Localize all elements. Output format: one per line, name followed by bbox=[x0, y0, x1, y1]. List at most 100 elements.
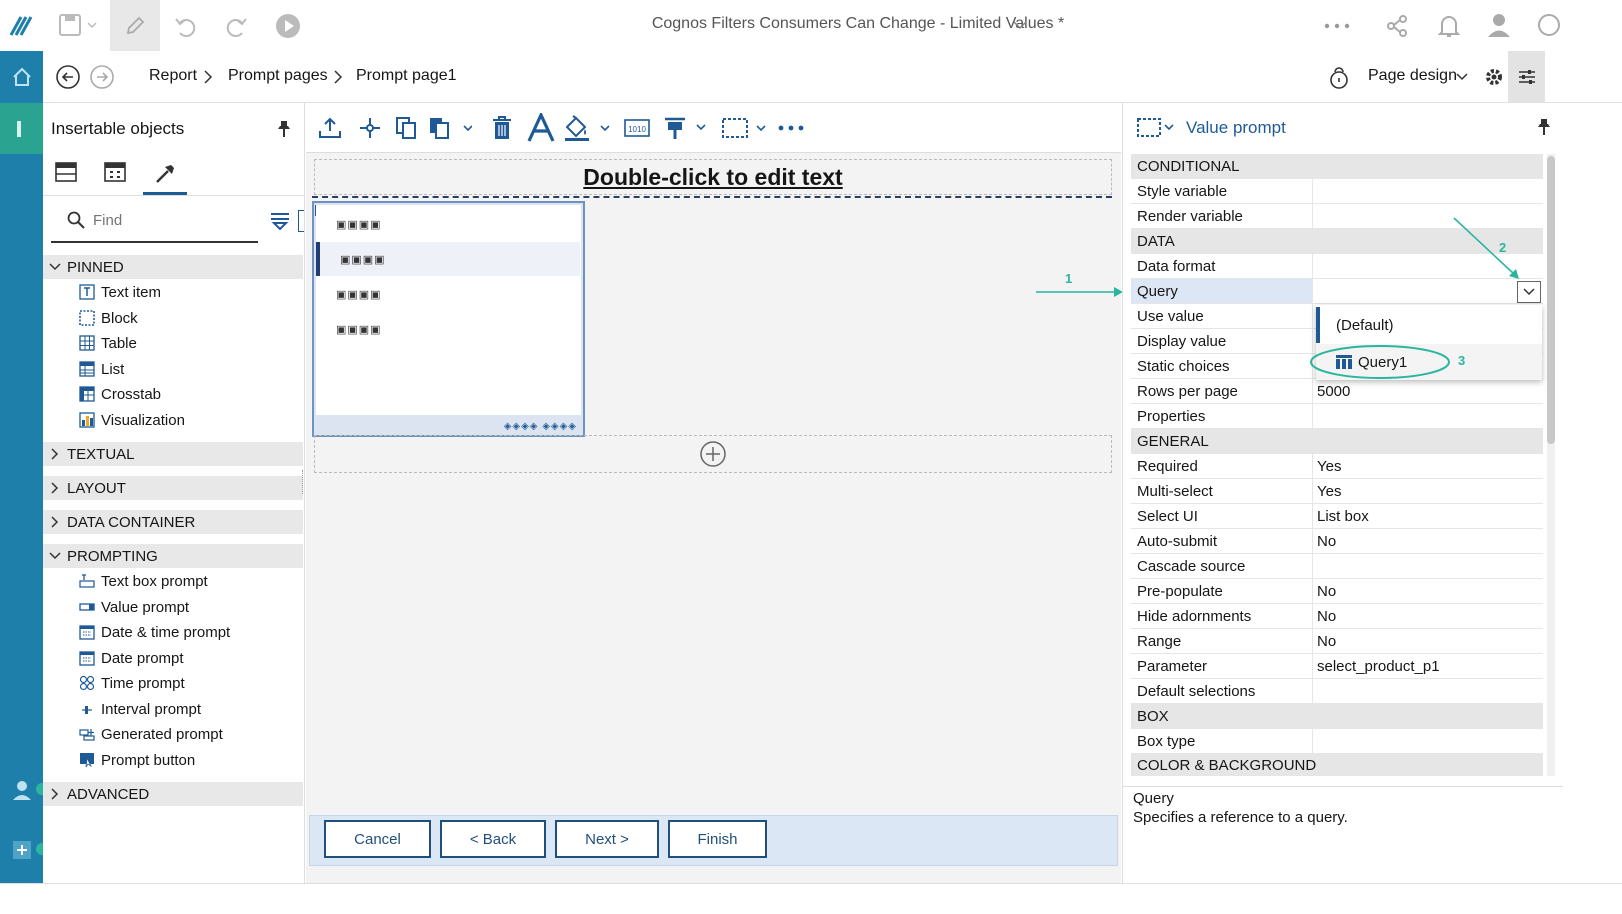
next-button[interactable]: Next > bbox=[555, 820, 659, 858]
select-ancestor-button[interactable] bbox=[1135, 116, 1175, 140]
back-button[interactable]: < Back bbox=[440, 820, 546, 858]
tools-tab[interactable] bbox=[143, 155, 187, 195]
prop-group-conditional[interactable]: CONDITIONAL bbox=[1131, 154, 1543, 179]
prop-pre-populate[interactable]: Pre-populate No bbox=[1131, 579, 1543, 604]
list-item[interactable]: ▣▣▣▣ bbox=[316, 242, 580, 276]
lock-button[interactable] bbox=[1327, 64, 1351, 90]
copy-button[interactable] bbox=[392, 113, 420, 143]
item-generated-prompt[interactable]: Generated prompt bbox=[79, 722, 223, 746]
help-button[interactable] bbox=[1533, 10, 1565, 40]
breadcrumb-prompt-page1[interactable]: Prompt page1 bbox=[356, 67, 457, 85]
border-button[interactable] bbox=[720, 113, 768, 143]
query-dropdown-button[interactable] bbox=[1517, 281, 1541, 303]
settings-button[interactable] bbox=[1481, 64, 1507, 90]
list-item[interactable]: ▣▣▣▣ bbox=[316, 312, 580, 346]
search-input[interactable] bbox=[93, 209, 253, 231]
item-interval-prompt[interactable]: Interval prompt bbox=[79, 697, 201, 721]
group-layout[interactable]: LAYOUT bbox=[43, 476, 303, 500]
delete-button[interactable] bbox=[488, 113, 516, 143]
run-button[interactable] bbox=[273, 12, 303, 40]
notifications-button[interactable] bbox=[1433, 12, 1465, 40]
item-value-prompt[interactable]: Value prompt bbox=[79, 595, 189, 619]
prop-multi-select[interactable]: Multi-select Yes bbox=[1131, 479, 1543, 504]
group-prompting[interactable]: PROMPTING bbox=[43, 544, 303, 568]
search-field[interactable] bbox=[51, 201, 258, 243]
properties-scrollbar[interactable] bbox=[1547, 154, 1555, 776]
back-nav-button[interactable] bbox=[55, 64, 81, 90]
breadcrumb-prompt-pages[interactable]: Prompt pages bbox=[228, 67, 328, 85]
undo-button[interactable] bbox=[171, 12, 201, 40]
prop-required[interactable]: Required Yes bbox=[1131, 454, 1543, 479]
move-button[interactable] bbox=[356, 113, 384, 143]
filter-button[interactable] bbox=[269, 210, 291, 232]
pin-panel-button[interactable] bbox=[273, 118, 295, 140]
drop-zone[interactable] bbox=[314, 435, 1112, 473]
fill-color-button[interactable] bbox=[562, 113, 612, 143]
toolbox-tab[interactable] bbox=[102, 159, 128, 185]
item-text-box-prompt[interactable]: Text box prompt bbox=[79, 569, 208, 593]
prop-style-variable[interactable]: Style variable bbox=[1131, 179, 1543, 204]
paste-button[interactable] bbox=[426, 113, 474, 143]
item-list[interactable]: List bbox=[79, 357, 124, 381]
prop-box-type[interactable]: Box type bbox=[1131, 729, 1543, 754]
item-time-prompt[interactable]: Time prompt bbox=[79, 671, 185, 695]
edit-button[interactable] bbox=[110, 0, 160, 51]
breadcrumb-report[interactable]: Report bbox=[149, 67, 197, 85]
item-date-prompt[interactable]: Date prompt bbox=[79, 646, 184, 670]
prop-group-general[interactable]: GENERAL bbox=[1131, 429, 1543, 454]
more-button[interactable] bbox=[1321, 12, 1353, 40]
item-prompt-button[interactable]: Prompt button bbox=[79, 748, 195, 772]
panel-edge-handle[interactable] bbox=[298, 210, 304, 232]
pin-properties-button[interactable] bbox=[1533, 116, 1555, 138]
data-format-button[interactable]: 1010 bbox=[622, 113, 652, 143]
group-data-container[interactable]: DATA CONTAINER bbox=[43, 510, 303, 534]
title-dropdown-button[interactable] bbox=[1009, 14, 1031, 36]
prop-cascade-source[interactable]: Cascade source bbox=[1131, 554, 1543, 579]
sidebar-toggle-button[interactable] bbox=[0, 103, 43, 154]
redo-button[interactable] bbox=[221, 12, 251, 40]
item-date-time-prompt[interactable]: Date & time prompt bbox=[79, 620, 230, 644]
item-table[interactable]: Table bbox=[79, 331, 137, 355]
group-advanced[interactable]: ADVANCED bbox=[43, 782, 303, 806]
prop-auto-submit[interactable]: Auto-submit No bbox=[1131, 529, 1543, 554]
profile-button[interactable] bbox=[1483, 10, 1515, 40]
more-tools-button[interactable] bbox=[776, 113, 806, 143]
prop-range[interactable]: Range No bbox=[1131, 629, 1543, 654]
list-item[interactable]: ▣▣▣▣ bbox=[316, 207, 580, 241]
save-button[interactable] bbox=[53, 10, 101, 40]
finish-button[interactable]: Finish bbox=[668, 820, 767, 858]
value-prompt-listbox[interactable]: ▣▣▣▣ ▣▣▣▣ ▣▣▣▣ ▣▣▣▣ ◈◈◈◈ ◈◈◈◈ bbox=[312, 201, 585, 437]
properties-toggle-button[interactable] bbox=[1508, 51, 1545, 102]
item-crosstab[interactable]: Crosstab bbox=[79, 382, 161, 406]
listbox-footer-buttons[interactable]: ◈◈◈◈ ◈◈◈◈ bbox=[504, 421, 577, 432]
page-design-dropdown[interactable]: Page design bbox=[1368, 67, 1457, 85]
item-visualization[interactable]: Visualization bbox=[79, 408, 185, 432]
list-item[interactable]: ▣▣▣▣ bbox=[316, 277, 580, 311]
save-icon bbox=[59, 14, 97, 36]
cognos-logo[interactable] bbox=[0, 0, 43, 51]
dropdown-option-default[interactable]: (Default) bbox=[1316, 307, 1542, 343]
share-button[interactable] bbox=[1381, 12, 1413, 40]
home-button[interactable] bbox=[0, 51, 43, 102]
upload-button[interactable] bbox=[316, 113, 344, 143]
prop-default-selections[interactable]: Default selections bbox=[1131, 679, 1543, 704]
prop-hide-adornments[interactable]: Hide adornments No bbox=[1131, 604, 1543, 629]
scrollbar-thumb[interactable] bbox=[1547, 156, 1555, 444]
item-text-item[interactable]: Text item bbox=[79, 280, 161, 304]
group-pinned[interactable]: PINNED bbox=[43, 255, 303, 279]
font-button[interactable] bbox=[526, 111, 556, 145]
prop-parameter[interactable]: Parameter select_product_p1 bbox=[1131, 654, 1543, 679]
prop-properties[interactable]: Properties bbox=[1131, 404, 1543, 429]
prop-group-box[interactable]: BOX bbox=[1131, 704, 1543, 729]
cancel-button[interactable]: Cancel bbox=[324, 820, 431, 858]
page-header-text[interactable]: Double-click to edit text bbox=[314, 159, 1112, 195]
prop-select-ui[interactable]: Select UI List box bbox=[1131, 504, 1543, 529]
resize-handle[interactable] bbox=[302, 470, 306, 494]
prop-group-color-background[interactable]: COLOR & BACKGROUND bbox=[1131, 754, 1543, 776]
prop-rows-per-page[interactable]: Rows per page 5000 bbox=[1131, 379, 1543, 404]
forward-nav-button[interactable] bbox=[89, 64, 115, 90]
source-tab[interactable] bbox=[53, 159, 79, 185]
item-block[interactable]: Block bbox=[79, 306, 138, 330]
align-button[interactable] bbox=[662, 113, 708, 143]
group-textual[interactable]: TEXTUAL bbox=[43, 442, 303, 466]
